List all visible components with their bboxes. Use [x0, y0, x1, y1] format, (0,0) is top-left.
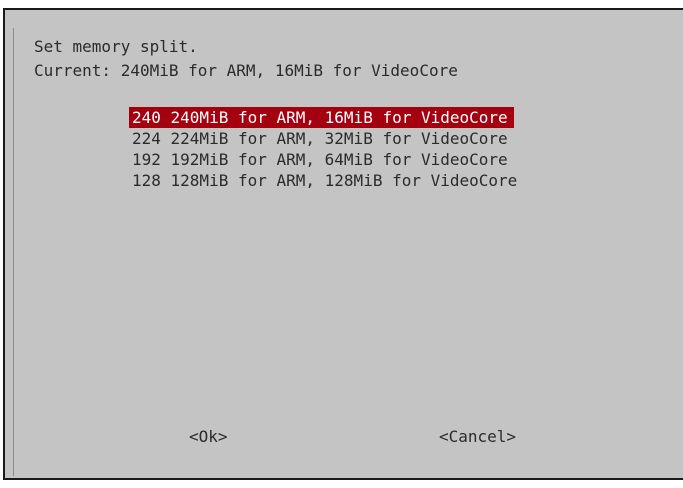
menu-item-224[interactable]: 224 224MiB for ARM, 32MiB for VideoCore [129, 128, 589, 149]
cancel-button[interactable]: <Cancel> [439, 427, 516, 447]
menu-item-128[interactable]: 128 128MiB for ARM, 128MiB for VideoCore [129, 170, 589, 191]
dialog-prompt-title: Set memory split. [34, 37, 198, 56]
memory-split-menu: 240 240MiB for ARM, 16MiB for VideoCore … [129, 107, 589, 191]
dialog-prompt-current: Current: 240MiB for ARM, 16MiB for Video… [34, 61, 458, 80]
dialog-inner-border [13, 28, 14, 476]
menu-item-192[interactable]: 192 192MiB for ARM, 64MiB for VideoCore [129, 149, 589, 170]
memory-split-dialog: Set memory split. Current: 240MiB for AR… [3, 8, 683, 480]
menu-item-240[interactable]: 240 240MiB for ARM, 16MiB for VideoCore [129, 107, 514, 128]
ok-button[interactable]: <Ok> [189, 427, 228, 447]
